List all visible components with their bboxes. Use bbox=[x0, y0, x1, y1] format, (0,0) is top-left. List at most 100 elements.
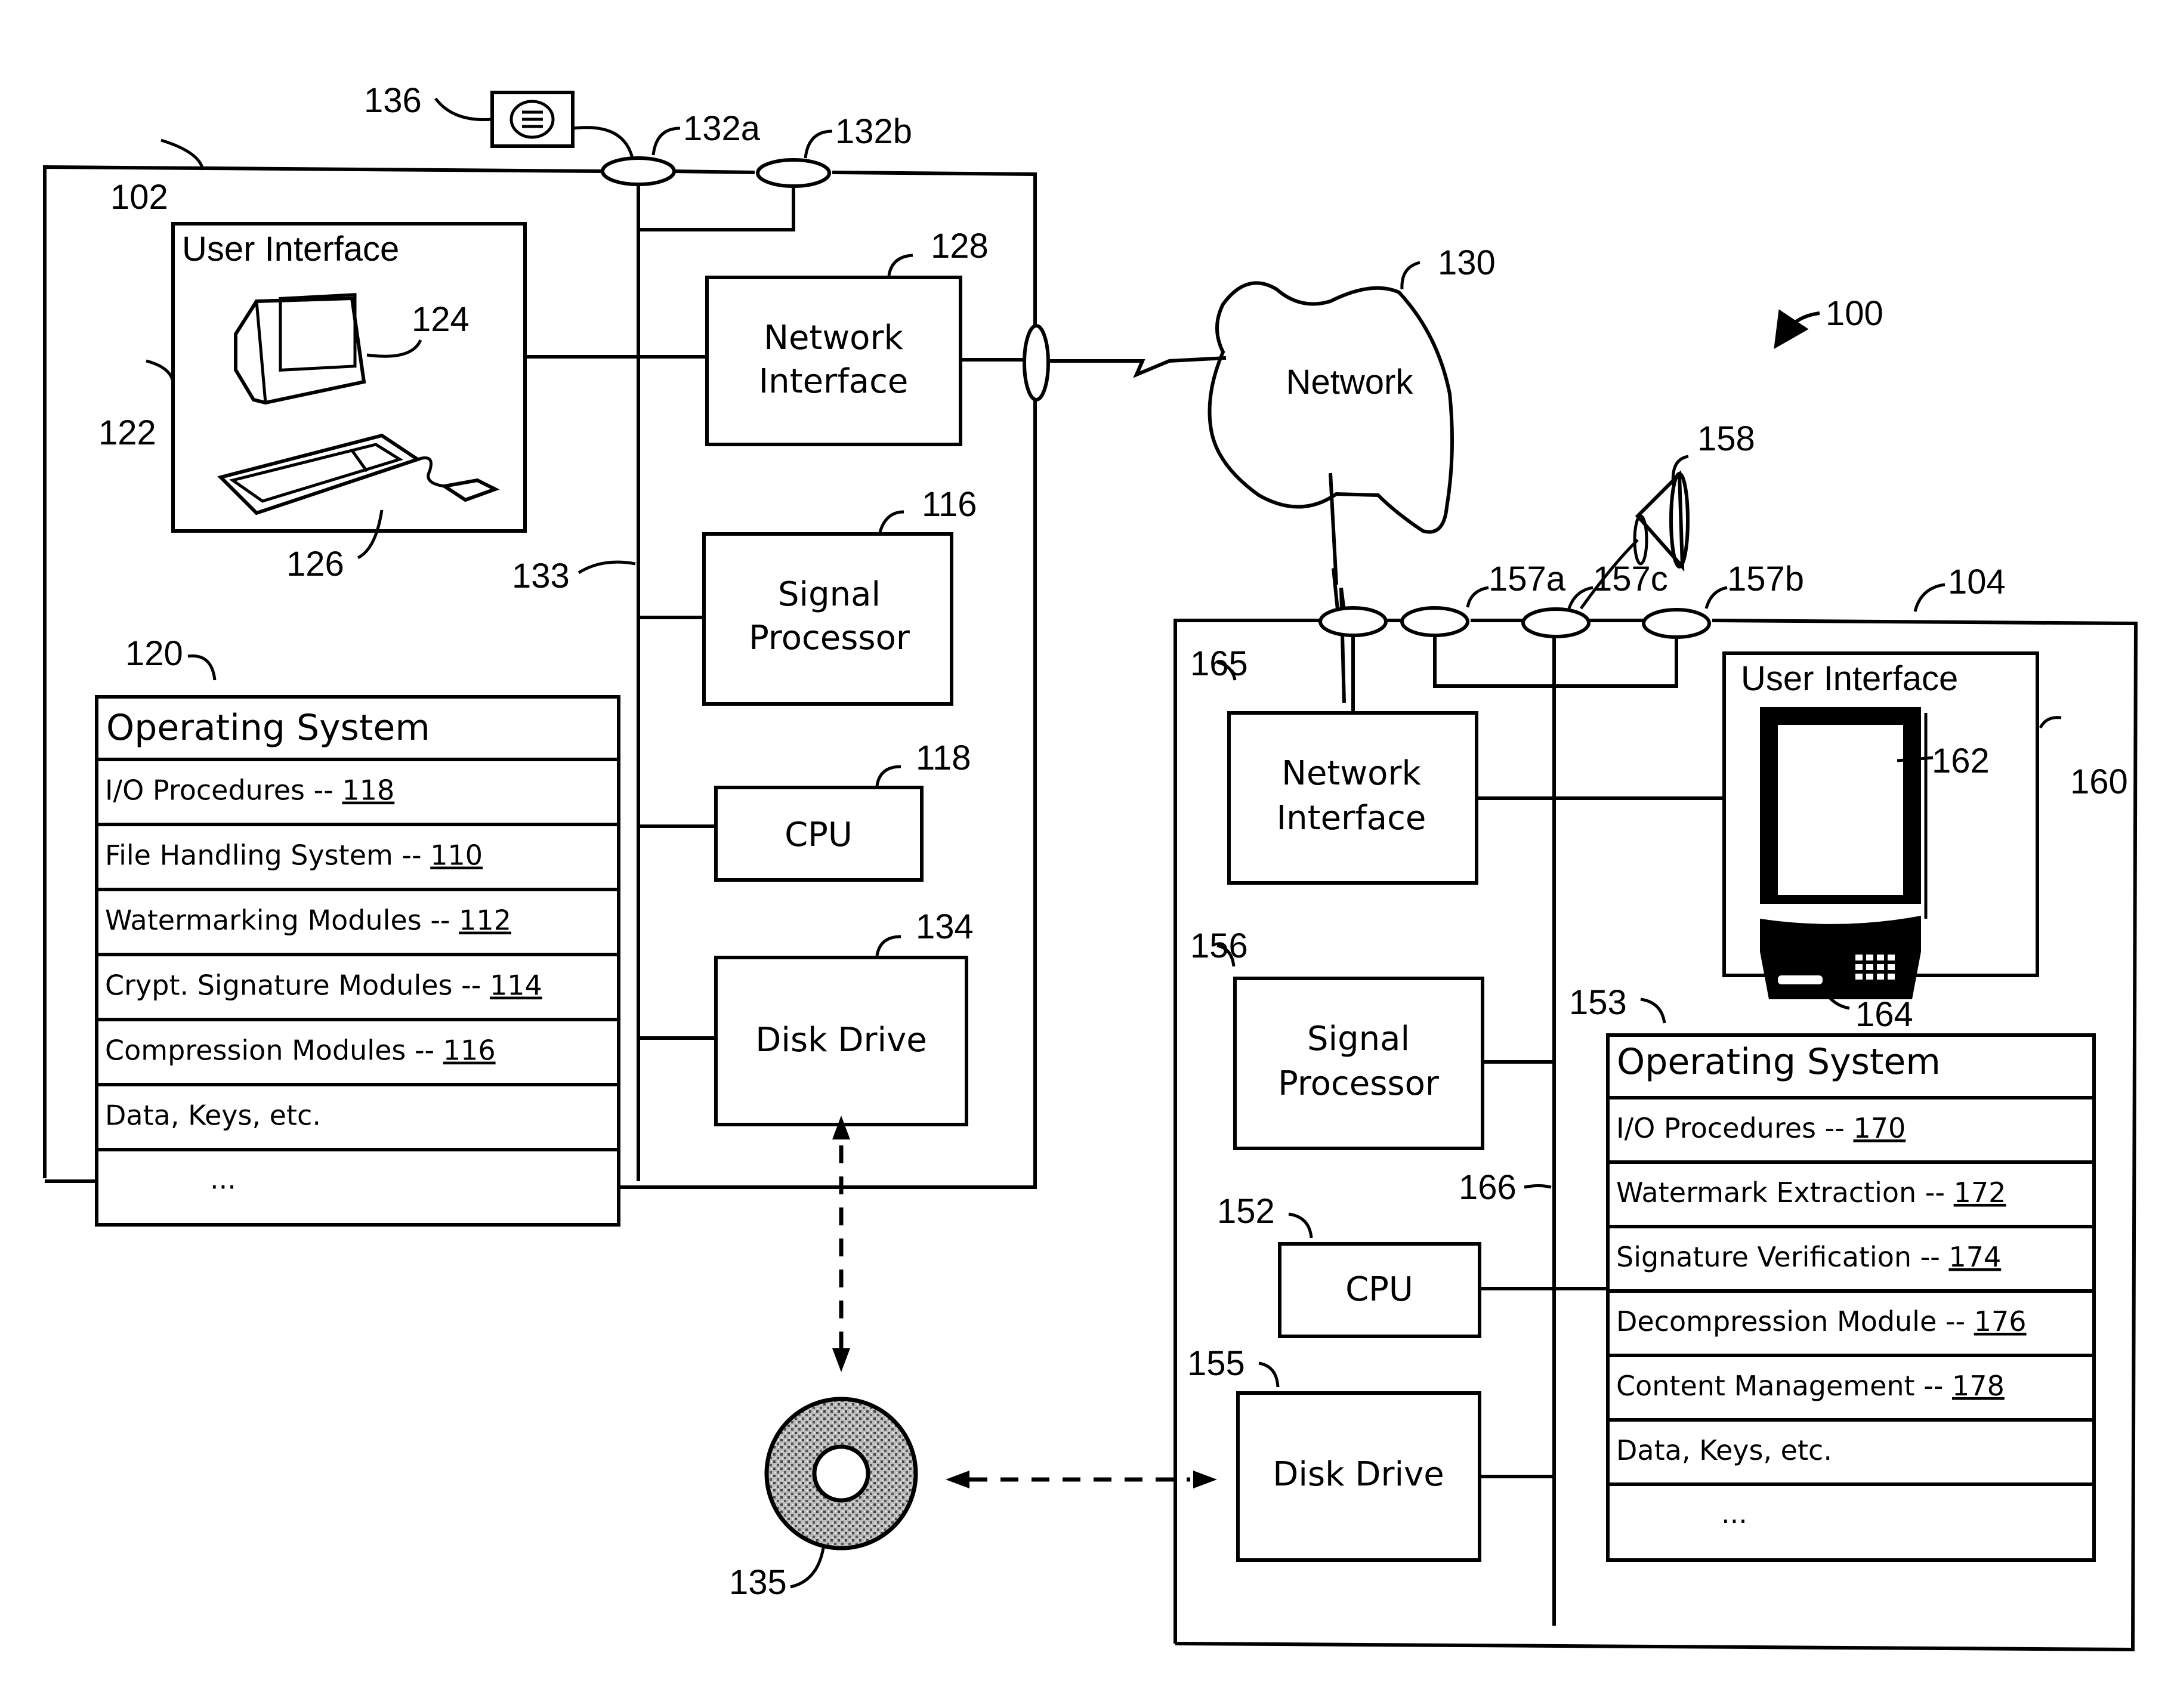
right-os-row-ref: 178 bbox=[1952, 1370, 2005, 1402]
right-os-row: ... bbox=[1721, 1497, 1747, 1530]
right-signal-processor[interactable] bbox=[1233, 977, 1484, 1150]
leader-160 bbox=[2039, 716, 2062, 729]
leader-118 bbox=[875, 765, 901, 786]
ref-136: 136 bbox=[364, 81, 422, 120]
ref-126: 126 bbox=[286, 545, 344, 583]
ref-162: 162 bbox=[1932, 742, 1990, 780]
ref-156: 156 bbox=[1190, 926, 1248, 965]
port-link bbox=[637, 184, 795, 231]
ref-158: 158 bbox=[1697, 419, 1755, 458]
right-cpu-label: CPU bbox=[1345, 1270, 1413, 1309]
left-os-row: Watermarking Modules -- 112 bbox=[105, 904, 511, 937]
leader-135 bbox=[790, 1548, 825, 1589]
left-cpu-label: CPU bbox=[785, 816, 853, 854]
right-os-row-ref: 172 bbox=[1954, 1176, 2006, 1209]
leader-152 bbox=[1288, 1212, 1313, 1238]
leader-120 bbox=[187, 654, 217, 681]
leader-122 bbox=[146, 359, 175, 382]
leader-134 bbox=[875, 935, 901, 956]
leader-116 bbox=[878, 510, 904, 533]
ref-116: 116 bbox=[922, 485, 977, 524]
left-os-row: File Handling System -- 110 bbox=[105, 839, 483, 872]
system-diagram: 102 132a 132b 136 133 User Interface 122 bbox=[43, 81, 2138, 1652]
ref-153: 153 bbox=[1569, 983, 1627, 1022]
left-device: 102 132a 132b 136 133 User Interface 122 bbox=[43, 81, 1050, 1227]
network-cloud[interactable]: Network 130 bbox=[1208, 243, 1496, 534]
right-os-row: Watermark Extraction -- 172 bbox=[1616, 1176, 2006, 1209]
handheld-device-icon bbox=[1760, 707, 1928, 999]
device-screen bbox=[1778, 725, 1903, 895]
ref-135: 135 bbox=[729, 1563, 787, 1602]
right-os-row: Signature Verification -- 174 bbox=[1616, 1241, 2001, 1273]
wireless-link-right bbox=[1329, 472, 1347, 703]
ref-165: 165 bbox=[1190, 644, 1248, 683]
port-132a[interactable] bbox=[601, 156, 676, 186]
left-ni-line2: Interface bbox=[759, 362, 909, 401]
right-os-row: I/O Procedures -- 170 bbox=[1616, 1112, 1906, 1144]
port-132b[interactable] bbox=[756, 158, 831, 188]
right-device: 104 157a 157c 157b 158 166 Network Inter… bbox=[1173, 419, 2138, 1652]
speaker-158-icon[interactable] bbox=[1633, 470, 1690, 572]
wireless-link-left bbox=[1050, 356, 1227, 378]
right-sp-line1: Signal bbox=[1307, 1020, 1410, 1058]
ref-104: 104 bbox=[1948, 563, 2006, 601]
left-user-interface[interactable] bbox=[171, 222, 527, 533]
ref-164: 164 bbox=[1855, 995, 1913, 1034]
ref-122: 122 bbox=[98, 413, 156, 452]
ref-132b: 132b bbox=[835, 112, 912, 151]
left-ui-label: User Interface bbox=[182, 230, 399, 268]
leader-166 bbox=[1524, 1184, 1552, 1189]
right-os-row: Data, Keys, etc. bbox=[1616, 1434, 1832, 1466]
left-network-port[interactable] bbox=[1023, 324, 1050, 401]
left-os-row-ref: 116 bbox=[443, 1034, 496, 1067]
left-network-interface[interactable] bbox=[705, 276, 962, 446]
ref-133: 133 bbox=[512, 557, 570, 595]
left-os-row-ref: 110 bbox=[430, 839, 483, 872]
port-157c[interactable] bbox=[1521, 607, 1591, 638]
right-dd-label: Disk Drive bbox=[1273, 1455, 1444, 1494]
left-os-row-ref: 112 bbox=[459, 904, 511, 937]
leader-136 bbox=[434, 97, 493, 122]
peripheral-136-cable bbox=[572, 126, 634, 159]
ref-157b: 157b bbox=[1727, 560, 1804, 598]
storage-media-disc[interactable] bbox=[764, 1397, 918, 1551]
left-os-row: ... bbox=[210, 1163, 236, 1195]
ref-160: 160 bbox=[2070, 762, 2128, 801]
leader-153 bbox=[1640, 997, 1666, 1024]
leader-133 bbox=[578, 560, 636, 575]
leader-104 bbox=[1913, 583, 1945, 612]
right-ui-label: User Interface bbox=[1741, 659, 1958, 698]
ref-128: 128 bbox=[931, 227, 989, 265]
leader-130 bbox=[1400, 261, 1420, 290]
left-dd-label: Disk Drive bbox=[755, 1021, 927, 1060]
right-network-interface[interactable] bbox=[1227, 711, 1478, 885]
right-os-table: 153 Operating System I/O Procedures -- 1… bbox=[1569, 983, 2096, 1562]
right-ni-line2: Interface bbox=[1277, 799, 1426, 838]
device-button bbox=[1778, 975, 1823, 984]
ref-157a: 157a bbox=[1488, 560, 1566, 598]
arrowhead-left bbox=[946, 1471, 969, 1488]
left-os-row: I/O Procedures -- 118 bbox=[105, 774, 394, 807]
right-os-row: Content Management -- 178 bbox=[1616, 1370, 2005, 1402]
ref-124: 124 bbox=[412, 300, 470, 339]
right-network-port[interactable] bbox=[1318, 606, 1388, 637]
right-os-row: Decompression Module -- 176 bbox=[1616, 1305, 2027, 1338]
left-os-table: 120 Operating System I/O Procedures -- 1… bbox=[95, 634, 620, 1227]
arrowhead-right bbox=[1193, 1471, 1217, 1488]
ref-130: 130 bbox=[1438, 243, 1496, 282]
left-os-row: Crypt. Signature Modules -- 114 bbox=[105, 969, 542, 1002]
leader-132a bbox=[651, 126, 681, 156]
left-os-row: Data, Keys, etc. bbox=[105, 1099, 321, 1132]
right-ni-line1: Network bbox=[1281, 754, 1421, 793]
ref-152: 152 bbox=[1217, 1192, 1275, 1231]
figure-arrow bbox=[1774, 309, 1820, 349]
ref-118: 118 bbox=[916, 739, 971, 777]
ref-102: 102 bbox=[110, 178, 168, 217]
ref-134: 134 bbox=[916, 907, 974, 946]
ref-120: 120 bbox=[125, 634, 183, 673]
port-157a[interactable] bbox=[1400, 606, 1469, 637]
left-ni-line1: Network bbox=[764, 319, 903, 357]
left-os-row-ref: 118 bbox=[342, 774, 394, 807]
left-os-title: Operating System bbox=[106, 707, 430, 749]
port-157b[interactable] bbox=[1642, 608, 1711, 639]
